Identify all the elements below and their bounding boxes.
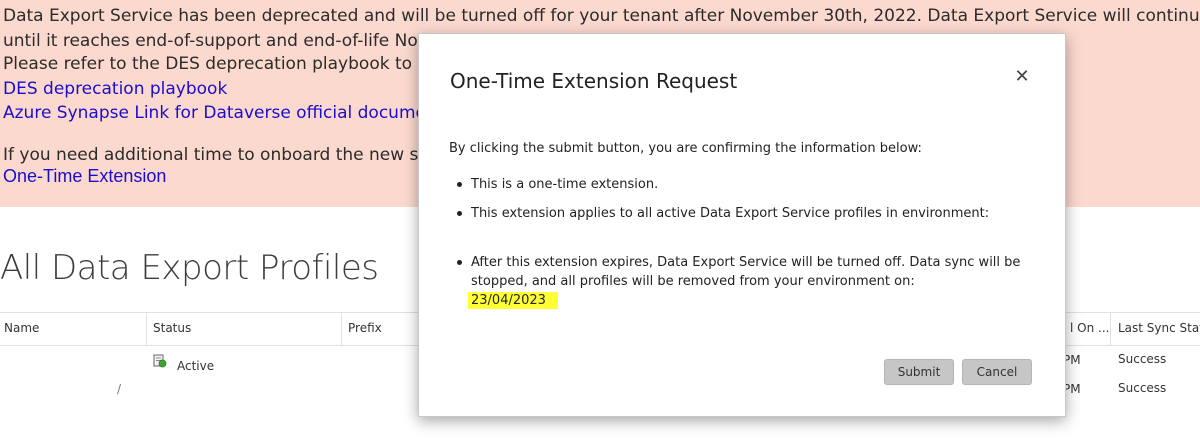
last-sync-status-cell: Success bbox=[1118, 381, 1167, 395]
banner-text-additional: If you need additional time to onboard t… bbox=[3, 145, 434, 165]
column-header-prefix[interactable]: Prefix bbox=[348, 313, 382, 345]
list-item: This is a one-time extension. bbox=[456, 177, 659, 192]
column-header-name[interactable]: Name bbox=[4, 313, 39, 345]
column-separator bbox=[146, 313, 147, 345]
column-separator bbox=[1110, 313, 1111, 345]
cancel-button[interactable]: Cancel bbox=[962, 359, 1032, 385]
close-icon[interactable]: ✕ bbox=[1011, 66, 1033, 88]
expiry-notice-text: After this extension expires, Data Expor… bbox=[471, 255, 1021, 289]
des-playbook-link[interactable]: DES deprecation playbook bbox=[3, 79, 227, 99]
synapse-docs-link[interactable]: Azure Synapse Link for Dataverse officia… bbox=[3, 103, 443, 123]
column-header-status[interactable]: Status bbox=[153, 313, 191, 345]
list-item: After this extension expires, Data Expor… bbox=[457, 253, 1023, 310]
page-title: All Data Export Profiles bbox=[0, 248, 379, 288]
banner-text-line3: Please refer to the DES deprecation play… bbox=[3, 54, 435, 74]
column-separator bbox=[341, 313, 342, 345]
expiry-date: 23/04/2023 bbox=[468, 292, 558, 309]
column-header-last-sync-status[interactable]: Last Sync Statu bbox=[1118, 313, 1200, 345]
extension-request-dialog: One-Time Extension Request ✕ By clicking… bbox=[418, 33, 1066, 417]
list-item: This extension applies to all active Dat… bbox=[456, 206, 990, 221]
one-time-extension-link[interactable]: One-Time Extension bbox=[3, 166, 166, 187]
dialog-title: One-Time Extension Request bbox=[450, 69, 738, 93]
profile-active-icon bbox=[153, 354, 167, 368]
dialog-intro-text: By clicking the submit button, you are c… bbox=[449, 141, 922, 156]
banner-text-line2: until it reaches end-of-support and end-… bbox=[3, 31, 428, 51]
last-sync-status-cell: Success bbox=[1118, 352, 1167, 366]
submit-button[interactable]: Submit bbox=[884, 359, 954, 385]
banner-text-line1: Data Export Service has been deprecated … bbox=[3, 6, 1200, 26]
status-cell: Active bbox=[177, 359, 215, 373]
name-cell: / bbox=[117, 382, 122, 396]
column-header-modified-on[interactable]: l On ... bbox=[1070, 313, 1109, 345]
